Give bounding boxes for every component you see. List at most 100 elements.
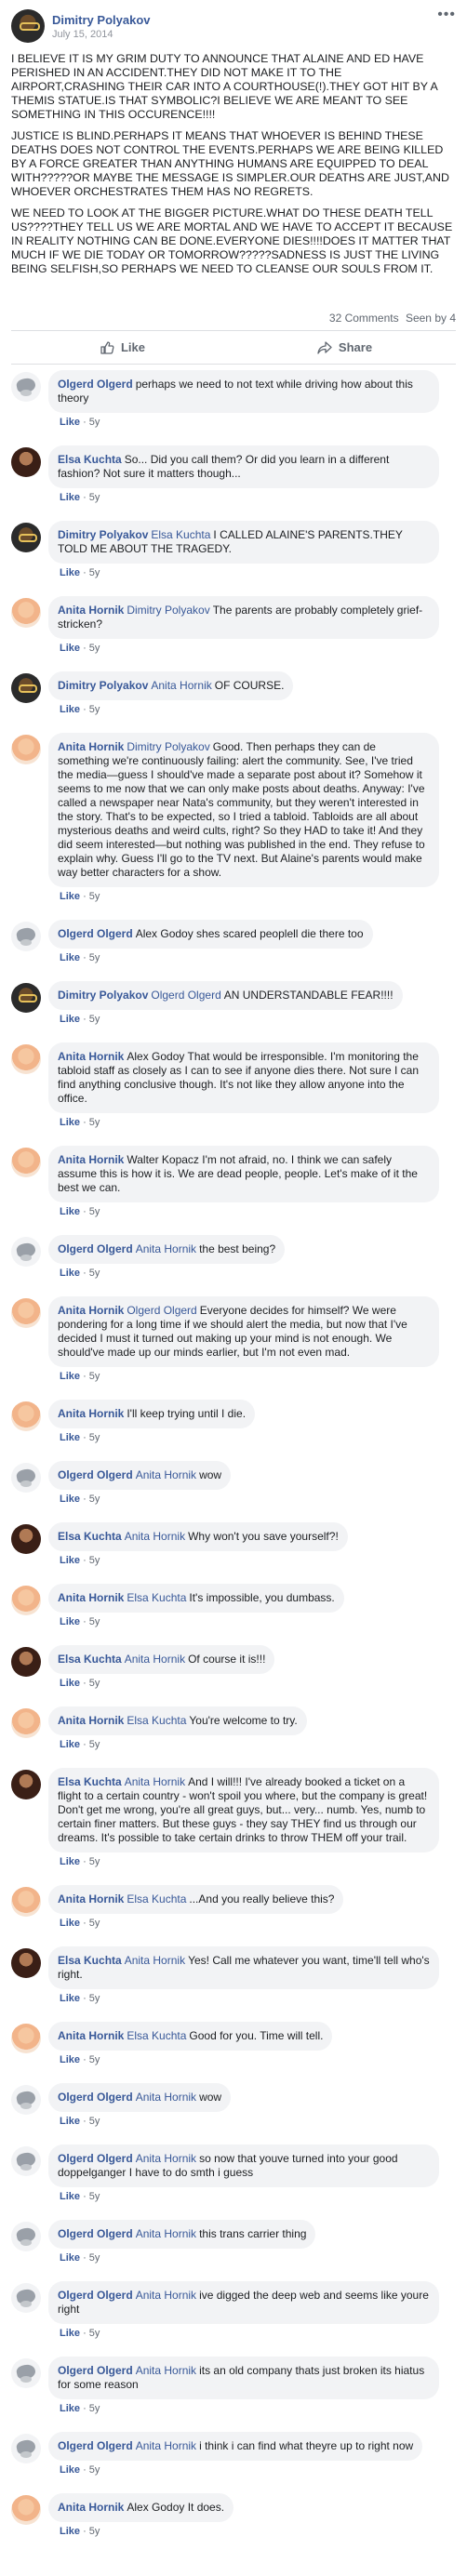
more-options-icon[interactable]: ••• xyxy=(437,7,456,22)
comment-mention[interactable]: Elsa Kuchta xyxy=(127,1714,186,1727)
comment-time[interactable]: 5y xyxy=(89,1014,100,1025)
comment-mention[interactable]: Anita Hornik xyxy=(125,1530,185,1543)
comment-author[interactable]: Elsa Kuchta xyxy=(58,1954,122,1967)
comment-author[interactable]: Olgerd Olgerd xyxy=(58,927,133,940)
comment-author[interactable]: Olgerd Olgerd xyxy=(58,1468,133,1481)
comment-author[interactable]: Olgerd Olgerd xyxy=(58,2091,133,2104)
comment-time[interactable]: 5y xyxy=(89,567,100,578)
comment-avatar[interactable] xyxy=(11,447,41,477)
comment-mention[interactable]: Elsa Kuchta xyxy=(127,2029,186,2042)
post-author-name[interactable]: Dimitry Polyakov xyxy=(52,13,151,27)
comment-like-button[interactable]: Like xyxy=(60,643,80,654)
comment-mention[interactable]: Elsa Kuchta xyxy=(151,528,210,541)
comment-time[interactable]: 5y xyxy=(89,1678,100,1689)
comment-like-button[interactable]: Like xyxy=(60,1739,80,1750)
comment-mention[interactable]: Dimitry Polyakov xyxy=(127,604,209,617)
comment-mention[interactable]: Anita Hornik xyxy=(136,1242,196,1255)
comment-mention[interactable]: Anita Hornik xyxy=(125,1775,185,1788)
comment-time[interactable]: 5y xyxy=(89,2054,100,2065)
comment-like-button[interactable]: Like xyxy=(60,2252,80,2264)
comment-avatar[interactable] xyxy=(11,1148,41,1177)
comment-mention[interactable]: Anita Hornik xyxy=(136,2364,196,2377)
comment-like-button[interactable]: Like xyxy=(60,2464,80,2476)
comment-author[interactable]: Olgerd Olgerd xyxy=(58,2364,133,2377)
comment-mention[interactable]: Elsa Kuchta xyxy=(127,1892,186,1905)
comment-time[interactable]: 5y xyxy=(89,2328,100,2339)
comment-avatar[interactable] xyxy=(11,735,41,764)
comment-author[interactable]: Olgerd Olgerd xyxy=(58,2289,133,2302)
comment-avatar[interactable] xyxy=(11,1237,41,1267)
comment-author[interactable]: Olgerd Olgerd xyxy=(58,1242,133,1255)
comment-time[interactable]: 5y xyxy=(89,643,100,654)
comment-avatar[interactable] xyxy=(11,1463,41,1493)
post-author-avatar[interactable] xyxy=(11,9,45,43)
comment-mention[interactable]: Anita Hornik xyxy=(136,1468,196,1481)
post-date[interactable]: July 15, 2014 xyxy=(52,29,151,40)
comment-avatar[interactable] xyxy=(11,2434,41,2463)
comment-like-button[interactable]: Like xyxy=(60,1371,80,1382)
comment-like-button[interactable]: Like xyxy=(60,952,80,963)
comment-like-button[interactable]: Like xyxy=(60,2403,80,2414)
share-button[interactable]: Share xyxy=(234,331,456,364)
comment-mention[interactable]: Anita Hornik xyxy=(125,1653,185,1666)
comment-time[interactable]: 5y xyxy=(89,1918,100,1929)
comment-author[interactable]: Elsa Kuchta xyxy=(58,1775,122,1788)
comment-like-button[interactable]: Like xyxy=(60,1432,80,1443)
comment-avatar[interactable] xyxy=(11,2146,41,2176)
comment-author[interactable]: Dimitry Polyakov xyxy=(58,528,148,541)
comment-author[interactable]: Anita Hornik xyxy=(58,1153,124,1166)
comment-avatar[interactable] xyxy=(11,2495,41,2525)
comment-author[interactable]: Elsa Kuchta xyxy=(58,1530,122,1543)
comment-like-button[interactable]: Like xyxy=(60,1014,80,1025)
comment-avatar[interactable] xyxy=(11,1708,41,1738)
comment-like-button[interactable]: Like xyxy=(60,1616,80,1627)
comment-mention[interactable]: Anita Hornik xyxy=(151,679,211,692)
seen-by[interactable]: Seen by 4 xyxy=(406,312,456,325)
comment-avatar[interactable] xyxy=(11,372,41,402)
comment-time[interactable]: 5y xyxy=(89,1117,100,1128)
comment-author[interactable]: Olgerd Olgerd xyxy=(58,378,133,391)
comment-avatar[interactable] xyxy=(11,922,41,951)
comment-time[interactable]: 5y xyxy=(89,2526,100,2537)
comment-author[interactable]: Anita Hornik xyxy=(58,1892,124,1905)
comment-author[interactable]: Olgerd Olgerd xyxy=(58,2152,133,2165)
comment-avatar[interactable] xyxy=(11,1401,41,1431)
like-button[interactable]: Like xyxy=(11,331,234,364)
comment-time[interactable]: 5y xyxy=(89,1993,100,2004)
comment-mention[interactable]: Dimitry Polyakov xyxy=(127,740,209,753)
comment-mention[interactable]: Anita Hornik xyxy=(136,2091,196,2104)
comment-like-button[interactable]: Like xyxy=(60,1555,80,1566)
comment-author[interactable]: Anita Hornik xyxy=(58,1407,124,1420)
comment-time[interactable]: 5y xyxy=(89,1555,100,1566)
comment-author[interactable]: Olgerd Olgerd xyxy=(58,2439,133,2452)
comment-avatar[interactable] xyxy=(11,1044,41,1074)
comment-like-button[interactable]: Like xyxy=(60,1268,80,1279)
comment-avatar[interactable] xyxy=(11,1948,41,1978)
comment-time[interactable]: 5y xyxy=(89,1494,100,1505)
comment-author[interactable]: Anita Hornik xyxy=(58,604,124,617)
comment-avatar[interactable] xyxy=(11,673,41,703)
comment-mention[interactable]: Anita Hornik xyxy=(136,2289,196,2302)
comment-mention[interactable]: Anita Hornik xyxy=(136,2439,196,2452)
comment-author[interactable]: Dimitry Polyakov xyxy=(58,989,148,1002)
comment-like-button[interactable]: Like xyxy=(60,1678,80,1689)
comment-time[interactable]: 5y xyxy=(89,2191,100,2202)
comment-time[interactable]: 5y xyxy=(89,1268,100,1279)
comment-author[interactable]: Anita Hornik xyxy=(58,1050,124,1063)
comment-avatar[interactable] xyxy=(11,2085,41,2115)
comment-author[interactable]: Olgerd Olgerd xyxy=(58,2227,133,2240)
comments-count[interactable]: 32 Comments xyxy=(329,312,399,325)
comment-time[interactable]: 5y xyxy=(89,1856,100,1867)
comment-mention[interactable]: Anita Hornik xyxy=(136,2227,196,2240)
comment-like-button[interactable]: Like xyxy=(60,567,80,578)
comment-author[interactable]: Anita Hornik xyxy=(58,740,124,753)
comment-author[interactable]: Dimitry Polyakov xyxy=(58,679,148,692)
comment-time[interactable]: 5y xyxy=(89,2403,100,2414)
comment-like-button[interactable]: Like xyxy=(60,2526,80,2537)
comment-like-button[interactable]: Like xyxy=(60,1856,80,1867)
comment-avatar[interactable] xyxy=(11,2283,41,2313)
comment-time[interactable]: 5y xyxy=(89,1739,100,1750)
comment-mention[interactable]: Olgerd Olgerd xyxy=(151,989,220,1002)
comment-author[interactable]: Anita Hornik xyxy=(58,2501,124,2514)
comment-avatar[interactable] xyxy=(11,983,41,1013)
